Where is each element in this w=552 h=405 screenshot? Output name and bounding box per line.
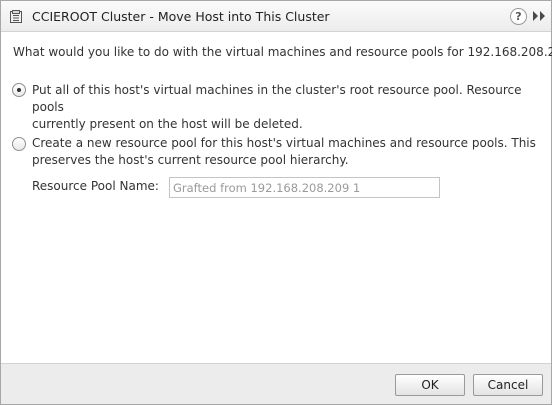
option-new-pool-label[interactable]: Create a new resource pool for this host…: [32, 135, 536, 169]
option-new-pool-line1: Create a new resource pool for this host…: [32, 136, 536, 150]
question-text: What would you like to do with the virtu…: [13, 45, 552, 59]
move-host-dialog: CCIEROOT Cluster - Move Host into This C…: [0, 0, 552, 405]
dialog-titlebar[interactable]: CCIEROOT Cluster - Move Host into This C…: [1, 1, 551, 32]
ok-button[interactable]: OK: [395, 374, 465, 396]
option-root-pool-label[interactable]: Put all of this host's virtual machines …: [32, 82, 551, 133]
help-button[interactable]: ?: [510, 8, 527, 25]
option-root-pool-line2: currently present on the host will be de…: [32, 117, 303, 131]
option-root-pool-radio[interactable]: [12, 83, 26, 97]
help-icon: ?: [515, 10, 522, 23]
option-root-pool-line1: Put all of this host's virtual machines …: [32, 83, 522, 114]
resource-pool-name-input[interactable]: [169, 177, 440, 198]
cancel-button[interactable]: Cancel: [473, 374, 543, 396]
cluster-icon: [10, 10, 22, 23]
resource-pool-name-label: Resource Pool Name:: [32, 179, 159, 193]
option-new-pool-radio[interactable]: [12, 137, 26, 151]
dialog-footer: OK Cancel: [1, 363, 551, 404]
option-new-pool-line2: preserves the host's current resource po…: [32, 153, 349, 167]
dialog-title: CCIEROOT Cluster - Move Host into This C…: [32, 9, 330, 24]
double-chevron-right-icon[interactable]: [532, 10, 546, 22]
